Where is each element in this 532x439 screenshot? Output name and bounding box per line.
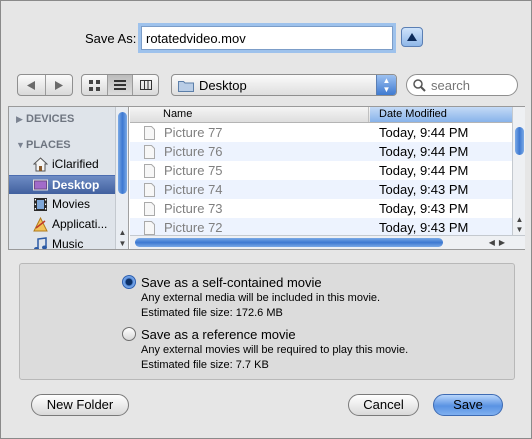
file-date: Today, 9:44 PM [379,163,469,178]
sidebar-item-music[interactable]: Music [9,235,115,249]
columns-icon [139,80,152,90]
popup-arrows-icon: ▲ ▼ [376,75,396,95]
cancel-button[interactable]: Cancel [348,394,419,416]
list-icon [114,80,126,90]
sidebar-item-desktop[interactable]: Desktop [9,175,115,194]
toolbar: Desktop ▲ ▼ [1,71,531,101]
column-header-row: Name Date Modified [130,107,512,123]
file-browser: ▶ DEVICES ▼PLACES iClarified Desktop Mov… [8,106,525,250]
file-date: Today, 9:43 PM [379,220,469,235]
sidebar-item-movies[interactable]: Movies [9,195,115,214]
applications-icon [33,217,48,232]
document-icon [144,221,155,235]
file-rows: Picture 77 Today, 9:44 PM Picture 76 Tod… [130,123,512,237]
document-icon [144,183,155,197]
disclosure-triangle-icon: ▼ [16,140,25,150]
file-row[interactable]: Picture 75 Today, 9:44 PM [130,161,512,180]
sidebar-header-devices[interactable]: ▶ DEVICES [16,113,74,125]
search-field[interactable] [406,74,518,96]
sidebar-scroll-thumb[interactable] [118,112,127,194]
places-label: PLACES [26,139,71,151]
export-options-panel: Save as a self-contained movie Any exter… [19,263,515,380]
grid-icon [88,79,100,91]
sidebar-item-iclarified[interactable]: iClarified [9,155,115,174]
sidebar-item-applications[interactable]: Applicati... [9,215,115,234]
column-header-date-modified[interactable]: Date Modified [370,107,512,122]
column-view-button[interactable] [133,75,158,95]
save-as-label: Save As: [85,31,137,46]
file-date: Today, 9:43 PM [379,201,469,216]
self-contained-description: Any external media will be included in t… [141,292,381,304]
view-mode-control [81,74,159,96]
file-name: Picture 73 [164,201,223,216]
file-row[interactable]: Picture 77 Today, 9:44 PM [130,123,512,142]
forward-button[interactable] [46,75,73,95]
file-name: Picture 74 [164,182,223,197]
document-icon [144,164,155,178]
collapse-dialog-button[interactable] [401,27,423,47]
arrow-right-icon [54,80,63,90]
sidebar-scrollbar[interactable]: ▲ ▼ [115,107,128,249]
sidebar-item-label: Applicati... [52,217,108,231]
reference-movie-title[interactable]: Save as a reference movie [141,327,296,342]
self-contained-radio[interactable] [122,275,136,289]
save-button[interactable]: Save [433,394,503,416]
new-folder-button[interactable]: New Folder [31,394,129,416]
list-view-button[interactable] [107,75,134,95]
reference-movie-radio[interactable] [122,327,136,341]
vertical-scroll-thumb[interactable] [515,127,524,155]
document-icon [144,126,155,140]
file-date: Today, 9:43 PM [379,182,469,197]
file-name: Picture 76 [164,144,223,159]
search-input[interactable] [429,77,513,93]
back-button[interactable] [18,75,46,95]
back-forward-control [17,74,73,96]
document-icon [144,145,155,159]
file-row[interactable]: Picture 74 Today, 9:43 PM [130,180,512,199]
sidebar-item-label: Music [52,237,84,249]
file-name: Picture 77 [164,125,223,140]
film-icon [34,198,47,211]
search-icon [413,79,426,92]
scroll-arrows-icon[interactable]: ▲ ▼ [513,215,526,235]
sidebar-item-label: iClarified [52,157,99,171]
filename-input[interactable] [138,23,396,53]
sidebar-item-label: Movies [52,197,91,211]
location-label: Desktop [199,78,247,93]
arrow-left-icon [27,80,36,90]
home-icon [33,157,48,172]
self-contained-title[interactable]: Save as a self-contained movie [141,275,322,290]
scroll-arrows-icon[interactable]: ◀▶ [489,236,509,249]
desktop-icon [33,179,48,191]
location-popup[interactable]: Desktop ▲ ▼ [171,74,397,96]
folder-icon [178,81,194,92]
reference-movie-description: Any external movies will be required to … [141,344,409,356]
sidebar-item-label: Desktop [52,178,100,192]
self-contained-size: Estimated file size: 172.6 MB [141,307,283,319]
sidebar-header-places[interactable]: ▼PLACES [16,139,71,151]
triangle-up-icon [407,33,417,41]
scroll-arrows-icon[interactable]: ▲ ▼ [116,227,128,249]
file-list-vertical-scrollbar[interactable]: ▲ ▼ [512,107,525,235]
document-icon [144,202,155,216]
file-name: Picture 72 [164,220,223,235]
devices-label: DEVICES [26,113,75,125]
sidebar: ▶ DEVICES ▼PLACES iClarified Desktop Mov… [9,107,129,249]
disclosure-triangle-icon: ▶ [16,114,23,124]
save-as-row: Save As: [1,23,531,53]
file-name: Picture 75 [164,163,223,178]
music-note-icon [34,237,47,249]
file-list-horizontal-scrollbar[interactable]: ◀▶ [130,235,525,249]
horizontal-scroll-thumb[interactable] [135,238,443,247]
column-header-name[interactable]: Name [130,107,369,122]
icon-view-button[interactable] [82,75,108,95]
save-dialog: Save As: rotatedvideo.mov Desktop ▲ ▼ se… [0,0,532,439]
file-list: Name Date Modified Picture 77 Today, 9:4… [130,107,525,249]
file-row[interactable]: Picture 73 Today, 9:43 PM [130,199,512,218]
file-date: Today, 9:44 PM [379,125,469,140]
file-row[interactable]: Picture 76 Today, 9:44 PM [130,142,512,161]
file-date: Today, 9:44 PM [379,144,469,159]
reference-movie-size: Estimated file size: 7.7 KB [141,359,269,371]
